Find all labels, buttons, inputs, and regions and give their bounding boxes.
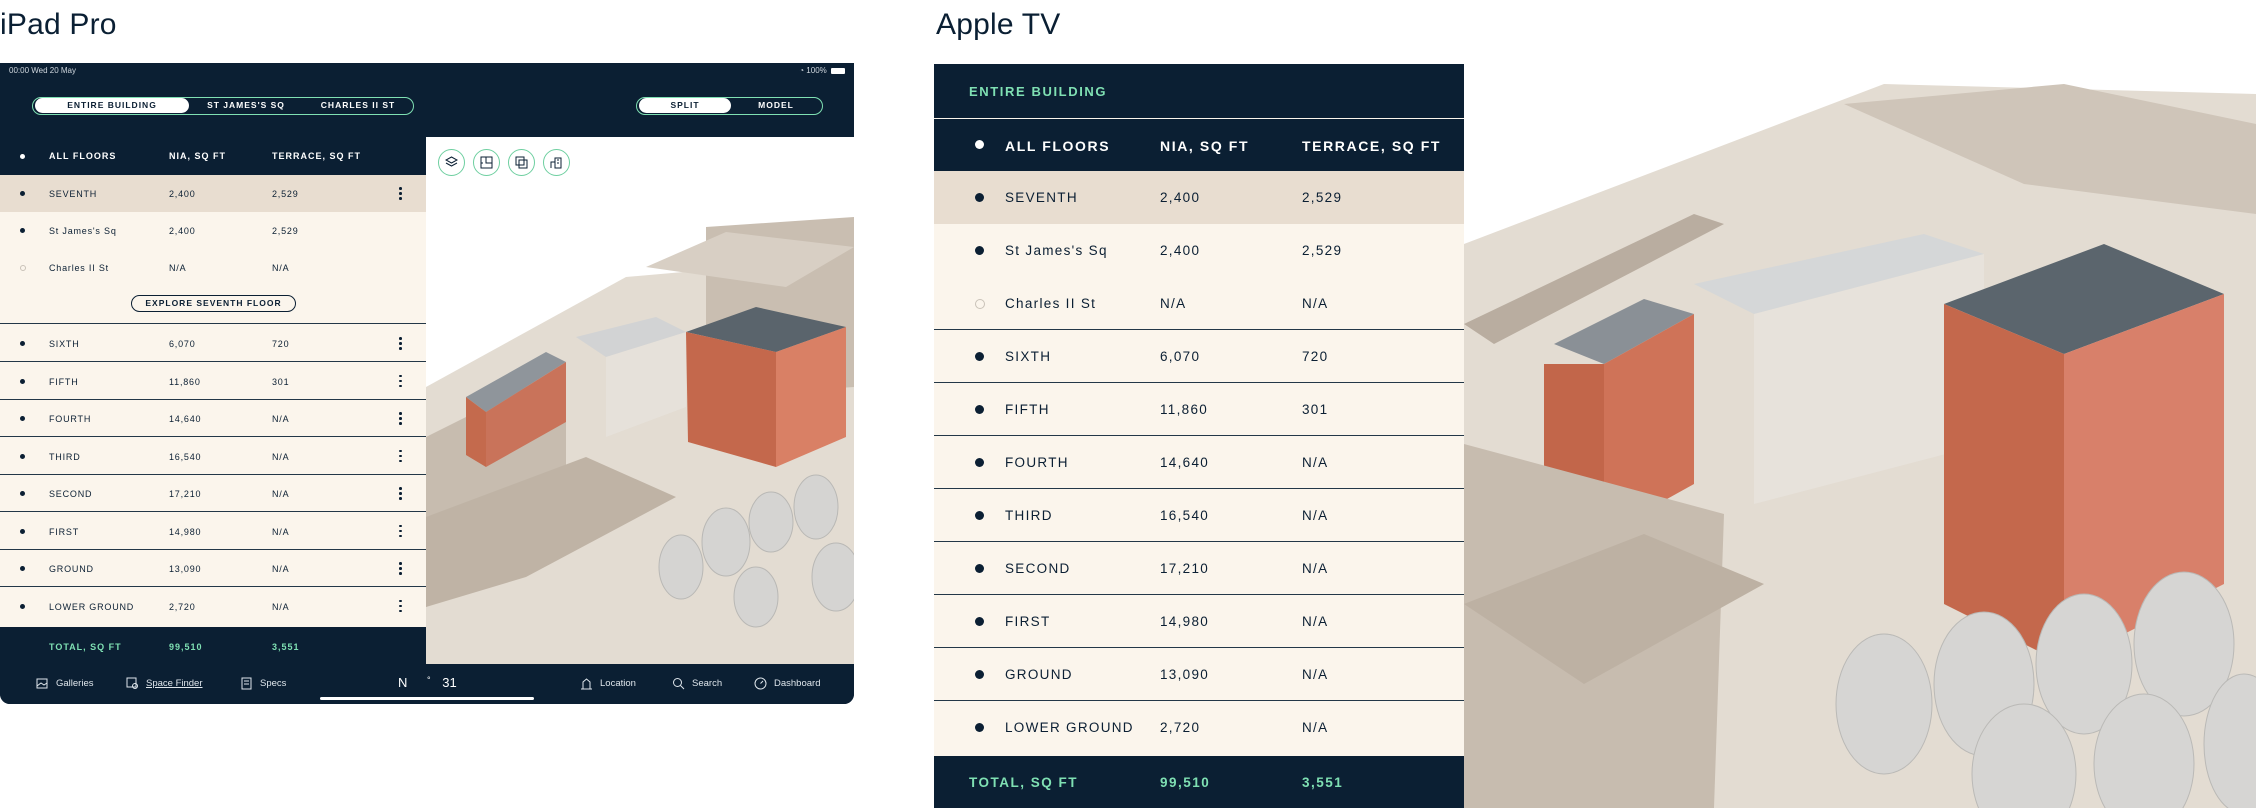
floor-dot-empty (20, 265, 26, 271)
floor-dot (975, 193, 984, 202)
tab-entire-building[interactable]: ENTIRE BUILDING (35, 98, 189, 113)
table-row[interactable]: LOWER GROUND 2,720 N/A (0, 588, 426, 625)
floor-dot-empty (975, 299, 985, 309)
tv-row[interactable]: LOWER GROUND 2,720 N/A (934, 701, 1464, 754)
tv-row[interactable]: SECOND 17,210 N/A (934, 542, 1464, 595)
tv-building-model-view[interactable] (1464, 64, 2256, 808)
building-model-view[interactable] (426, 137, 854, 664)
table-row[interactable]: THIRD 16,540 N/A (0, 438, 426, 475)
table-row[interactable]: FIRST 14,980 N/A (0, 513, 426, 550)
table-row[interactable]: SIXTH 6,070 720 (0, 325, 426, 362)
tab-charles-ii-st[interactable]: CHARLES II ST (305, 98, 411, 113)
floor-dot (975, 458, 984, 467)
table-header: ALL FLOORS NIA, SQ FT TERRACE, SQ FT (0, 137, 426, 175)
floor-dot (20, 603, 25, 609)
floor-dot (20, 491, 25, 496)
tab-st-jamess-sq[interactable]: ST JAMES'S SQ (191, 98, 301, 113)
tv-row[interactable]: FIFTH 11,860 301 (934, 383, 1464, 436)
more-icon[interactable] (399, 337, 402, 350)
floor-dot (975, 564, 984, 573)
tv-total-row: TOTAL, SQ FT 99,510 3,551 (934, 756, 1464, 808)
floor-dot (975, 670, 984, 679)
select-all-dot[interactable] (975, 140, 984, 149)
table-total-row: TOTAL, SQ FT 99,510 3,551 (0, 627, 426, 664)
select-all-dot[interactable] (20, 154, 25, 159)
view-segmented-control: SPLIT MODEL (636, 97, 823, 115)
floor-dot (20, 341, 25, 346)
compass-readout[interactable]: N ° 31 (398, 675, 457, 690)
header-floor: ALL FLOORS (49, 151, 117, 161)
degree-icon: ° (427, 675, 431, 685)
ipad-pro-label: iPad Pro (0, 8, 117, 41)
ipad-screen: 00:00 Wed 20 May ◔ 100% ENTIRE BUILDING … (0, 63, 854, 704)
tv-row[interactable]: Charles II St N/A N/A (934, 277, 1464, 330)
total-label: TOTAL, SQ FT (49, 642, 122, 652)
more-icon[interactable] (399, 412, 402, 425)
space-finder-icon (126, 677, 138, 689)
floor-dot (975, 511, 984, 520)
table-row[interactable]: FOURTH 14,640 N/A (0, 400, 426, 437)
building-segmented-control: ENTIRE BUILDING ST JAMES'S SQ CHARLES II… (32, 97, 414, 115)
more-icon[interactable] (399, 599, 402, 613)
building-model-image (426, 217, 854, 664)
tv-building-title: ENTIRE BUILDING (934, 64, 1464, 118)
floor-dot (20, 566, 25, 571)
header-nia: NIA, SQ FT (169, 151, 226, 161)
dashboard-icon (754, 677, 767, 690)
home-indicator (320, 697, 534, 700)
floor-dot (20, 416, 25, 421)
apple-tv-label: Apple TV (936, 8, 1061, 41)
more-icon[interactable] (399, 187, 402, 200)
more-icon[interactable] (399, 449, 402, 463)
table-row[interactable]: GROUND 13,090 N/A (0, 550, 426, 587)
tv-row[interactable]: GROUND 13,090 N/A (934, 648, 1464, 701)
floor-dot (975, 617, 984, 626)
table-row-sub[interactable]: Charles II St N/A N/A (0, 249, 426, 286)
tv-table-header: ALL FLOORS NIA, SQ FT TERRACE, SQ FT (934, 119, 1464, 171)
floor-dot (20, 453, 25, 459)
more-icon[interactable] (399, 524, 402, 538)
status-time: 00:00 Wed 20 May (9, 66, 77, 75)
battery-icon (831, 67, 845, 74)
table-row-seventh[interactable]: SEVENTH 2,400 2,529 (0, 175, 426, 212)
total-terrace: 3,551 (272, 642, 300, 652)
tv-row-seventh[interactable]: SEVENTH 2,400 2,529 (934, 171, 1464, 224)
table-row[interactable]: FIFTH 11,860 301 (0, 363, 426, 400)
tv-row[interactable]: St James's Sq 2,400 2,529 (934, 224, 1464, 277)
table-row[interactable]: SECOND 17,210 N/A (0, 475, 426, 512)
tab-split[interactable]: SPLIT (639, 98, 731, 113)
floor-dot (975, 405, 984, 414)
tv-row[interactable]: SIXTH 6,070 720 (934, 330, 1464, 383)
tv-building-model-image (1464, 84, 2256, 808)
floor-dot (20, 228, 25, 233)
more-icon[interactable] (399, 487, 402, 500)
more-icon[interactable] (399, 374, 402, 388)
tv-floors-table: ENTIRE BUILDING ALL FLOORS NIA, SQ FT TE… (934, 64, 1464, 808)
tv-row[interactable]: THIRD 16,540 N/A (934, 489, 1464, 542)
tab-bar: Galleries Space Finder Specs N ° 31 Loca… (0, 664, 854, 704)
explore-seventh-floor-button[interactable]: EXPLORE SEVENTH FLOOR (131, 295, 296, 312)
floor-dot (20, 191, 25, 196)
floor-dot (20, 528, 25, 534)
location-icon (581, 678, 592, 690)
total-nia: 99,510 (169, 642, 203, 652)
floor-dot (975, 723, 984, 732)
status-battery: ◔ 100% (799, 66, 845, 75)
specs-icon (241, 677, 252, 690)
floor-dot (975, 352, 984, 361)
table-row-sub[interactable]: St James's Sq 2,400 2,529 (0, 212, 426, 249)
gallery-icon (36, 678, 48, 689)
floor-dot (975, 246, 984, 255)
floor-dot (20, 378, 25, 384)
tv-row[interactable]: FOURTH 14,640 N/A (934, 436, 1464, 489)
header-terrace: TERRACE, SQ FT (272, 151, 362, 161)
explore-row: EXPLORE SEVENTH FLOOR (0, 286, 426, 324)
tv-row[interactable]: FIRST 14,980 N/A (934, 595, 1464, 648)
more-icon[interactable] (399, 562, 402, 575)
status-bar: 00:00 Wed 20 May ◔ 100% (0, 63, 854, 77)
tab-model[interactable]: MODEL (733, 98, 819, 113)
search-icon (673, 678, 685, 690)
floors-table: ALL FLOORS NIA, SQ FT TERRACE, SQ FT SEV… (0, 137, 426, 664)
